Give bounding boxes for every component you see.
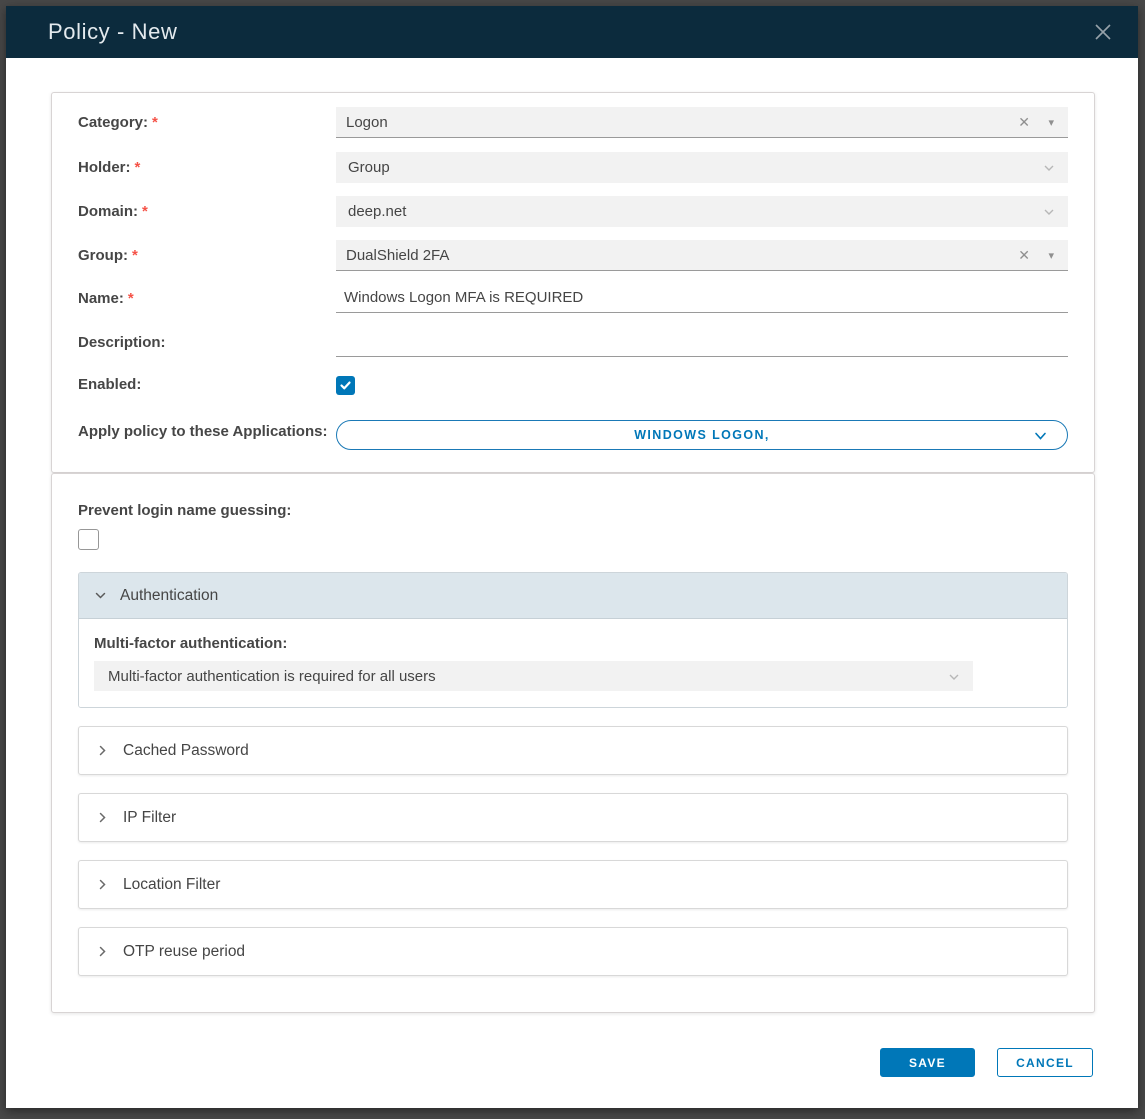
holder-label: Holder:* — [78, 156, 336, 180]
caret-down-icon[interactable]: ▾ — [1048, 116, 1054, 129]
group-label: Group:* — [78, 244, 336, 268]
description-row: Description: — [78, 329, 1068, 357]
holder-row: Holder:* Group — [78, 152, 1068, 183]
required-asterisk: * — [142, 203, 148, 220]
mfa-select[interactable]: Multi-factor authentication is required … — [94, 661, 973, 691]
close-icon[interactable] — [1090, 19, 1116, 45]
description-input[interactable] — [336, 329, 1068, 357]
applications-row: Apply policy to these Applications: WIND… — [78, 420, 1068, 450]
cached-password-section-header[interactable]: Cached Password — [78, 726, 1068, 775]
category-combobox[interactable]: Logon ✕ ▾ — [336, 107, 1068, 138]
chevron-right-icon — [95, 810, 110, 825]
applications-value: WINDOWS LOGON, — [634, 428, 770, 442]
holder-value: Group — [348, 159, 390, 176]
location-filter-section-title: Location Filter — [123, 876, 220, 894]
authentication-section-title: Authentication — [120, 587, 218, 605]
domain-row: Domain:* deep.net — [78, 196, 1068, 227]
chevron-right-icon — [95, 944, 110, 959]
domain-label: Domain:* — [78, 200, 336, 224]
modal-title: Policy - New — [48, 19, 1090, 45]
ip-filter-section-title: IP Filter — [123, 809, 176, 827]
category-value: Logon — [346, 114, 388, 131]
modal-footer: SAVE CANCEL — [880, 1048, 1093, 1077]
applications-label: Apply policy to these Applications: — [78, 420, 336, 444]
group-combobox[interactable]: DualShield 2FA ✕ ▾ — [336, 240, 1068, 271]
prevent-login-checkbox[interactable] — [78, 529, 99, 550]
enabled-row: Enabled: — [78, 373, 1068, 397]
mfa-value: Multi-factor authentication is required … — [108, 668, 436, 685]
required-asterisk: * — [128, 290, 134, 307]
chevron-right-icon — [95, 877, 110, 892]
ip-filter-section-header[interactable]: IP Filter — [78, 793, 1068, 842]
location-filter-section-header[interactable]: Location Filter — [78, 860, 1068, 909]
name-label: Name:* — [78, 287, 336, 311]
clear-icon[interactable]: ✕ — [1018, 114, 1030, 130]
name-row: Name:* — [78, 285, 1068, 313]
holder-select[interactable]: Group — [336, 152, 1068, 183]
required-asterisk: * — [152, 114, 158, 131]
required-asterisk: * — [135, 159, 141, 176]
category-label: Category:* — [78, 111, 336, 135]
modal-body: Category:* Logon ✕ ▾ Holder:* Group — [6, 58, 1138, 1108]
clear-icon[interactable]: ✕ — [1018, 247, 1030, 263]
authentication-section-body: Multi-factor authentication: Multi-facto… — [79, 619, 1067, 707]
policy-new-modal: Policy - New Category:* Logon ✕ ▾ Holder… — [6, 6, 1138, 1108]
caret-down-icon[interactable]: ▾ — [1048, 249, 1054, 262]
mfa-label: Multi-factor authentication: — [94, 635, 1052, 652]
modal-header: Policy - New — [6, 6, 1138, 58]
enabled-label: Enabled: — [78, 373, 336, 397]
cancel-button[interactable]: CANCEL — [997, 1048, 1093, 1077]
chevron-down-icon — [93, 588, 108, 603]
cached-password-section-title: Cached Password — [123, 742, 249, 760]
otp-reuse-period-section-header[interactable]: OTP reuse period — [78, 927, 1068, 976]
checkmark-icon — [339, 379, 352, 392]
chevron-down-icon — [1042, 161, 1056, 175]
domain-select[interactable]: deep.net — [336, 196, 1068, 227]
group-row: Group:* DualShield 2FA ✕ ▾ — [78, 240, 1068, 271]
domain-value: deep.net — [348, 203, 406, 220]
policy-fields-card: Category:* Logon ✕ ▾ Holder:* Group — [51, 92, 1095, 473]
chevron-down-icon — [1042, 205, 1056, 219]
chevron-down-icon — [947, 670, 961, 684]
policy-options-card: Prevent login name guessing: Authenticat… — [51, 473, 1095, 1013]
chevron-down-icon — [1034, 431, 1047, 442]
authentication-section: Authentication Multi-factor authenticati… — [78, 572, 1068, 708]
applications-dropdown[interactable]: WINDOWS LOGON, — [336, 420, 1068, 450]
chevron-right-icon — [95, 743, 110, 758]
enabled-checkbox[interactable] — [336, 376, 355, 395]
required-asterisk: * — [132, 247, 138, 264]
save-button[interactable]: SAVE — [880, 1048, 975, 1077]
description-label: Description: — [78, 331, 336, 355]
authentication-section-header[interactable]: Authentication — [79, 573, 1067, 619]
otp-reuse-period-section-title: OTP reuse period — [123, 943, 245, 961]
prevent-login-label: Prevent login name guessing: — [78, 502, 1068, 519]
category-row: Category:* Logon ✕ ▾ — [78, 107, 1068, 138]
name-input[interactable] — [336, 285, 1068, 313]
group-value: DualShield 2FA — [346, 247, 449, 264]
